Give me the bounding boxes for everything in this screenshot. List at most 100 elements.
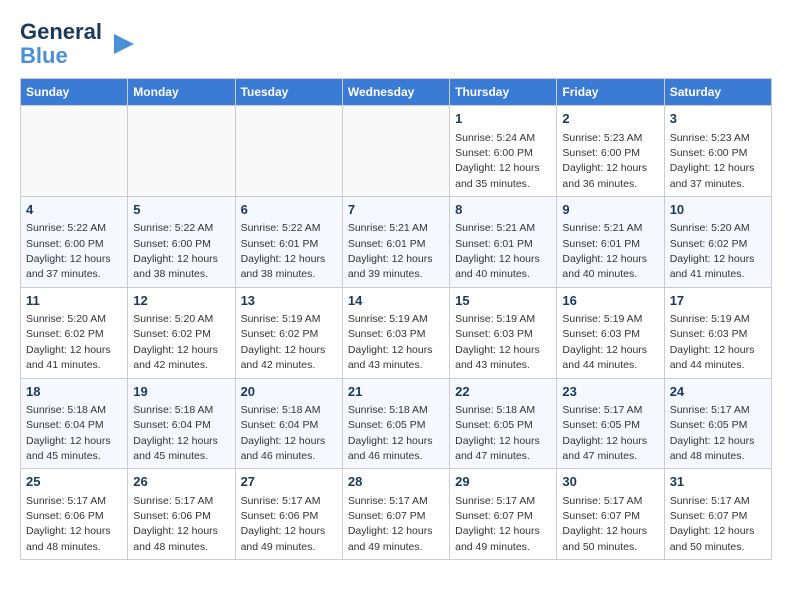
- calendar-cell: 4 Sunrise: 5:22 AM Sunset: 6:00 PM Daylig…: [21, 197, 128, 288]
- day-info: Sunrise: 5:17 AM Sunset: 6:07 PM Dayligh…: [348, 495, 433, 553]
- calendar-cell: 31Sunrise: 5:17 AM Sunset: 6:07 PM Dayli…: [664, 469, 771, 560]
- calendar-cell: 6 Sunrise: 5:22 AM Sunset: 6:01 PM Daylig…: [235, 197, 342, 288]
- calendar-cell: [342, 106, 449, 197]
- day-info: Sunrise: 5:18 AM Sunset: 6:04 PM Dayligh…: [241, 404, 326, 462]
- day-info: Sunrise: 5:17 AM Sunset: 6:05 PM Dayligh…: [562, 404, 647, 462]
- calendar-cell: 19 Sunrise: 5:18 AM Sunset: 6:04 PM Dayli…: [128, 378, 235, 469]
- day-number: 26: [133, 473, 229, 491]
- day-number: 6: [241, 201, 337, 219]
- day-info: Sunrise: 5:22 AM Sunset: 6:00 PM Dayligh…: [133, 222, 218, 280]
- day-info: Sunrise: 5:20 AM Sunset: 6:02 PM Dayligh…: [26, 313, 111, 371]
- day-number: 7: [348, 201, 444, 219]
- weekday-header-thursday: Thursday: [450, 79, 557, 106]
- logo-icon: [106, 29, 136, 59]
- weekday-header-tuesday: Tuesday: [235, 79, 342, 106]
- day-number: 3: [670, 110, 766, 128]
- day-number: 24: [670, 383, 766, 401]
- calendar-cell: 10 Sunrise: 5:20 AM Sunset: 6:02 PM Dayli…: [664, 197, 771, 288]
- day-info: Sunrise: 5:22 AM Sunset: 6:00 PM Dayligh…: [26, 222, 111, 280]
- day-number: 27: [241, 473, 337, 491]
- calendar-cell: [21, 106, 128, 197]
- day-info: Sunrise: 5:18 AM Sunset: 6:04 PM Dayligh…: [133, 404, 218, 462]
- day-number: 21: [348, 383, 444, 401]
- day-info: Sunrise: 5:17 AM Sunset: 6:07 PM Dayligh…: [455, 495, 540, 553]
- day-number: 30: [562, 473, 658, 491]
- day-info: Sunrise: 5:22 AM Sunset: 6:01 PM Dayligh…: [241, 222, 326, 280]
- calendar-cell: 15Sunrise: 5:19 AM Sunset: 6:03 PM Dayli…: [450, 287, 557, 378]
- day-number: 20: [241, 383, 337, 401]
- calendar-cell: 1 Sunrise: 5:24 AM Sunset: 6:00 PM Daylig…: [450, 106, 557, 197]
- day-number: 12: [133, 292, 229, 310]
- day-number: 23: [562, 383, 658, 401]
- day-info: Sunrise: 5:18 AM Sunset: 6:05 PM Dayligh…: [455, 404, 540, 462]
- day-number: 28: [348, 473, 444, 491]
- calendar-week-row: 18 Sunrise: 5:18 AM Sunset: 6:04 PM Dayli…: [21, 378, 772, 469]
- weekday-header-row: SundayMondayTuesdayWednesdayThursdayFrid…: [21, 79, 772, 106]
- day-info: Sunrise: 5:19 AM Sunset: 6:02 PM Dayligh…: [241, 313, 326, 371]
- calendar-table: SundayMondayTuesdayWednesdayThursdayFrid…: [20, 78, 772, 560]
- day-number: 18: [26, 383, 122, 401]
- logo: GeneralBlue: [20, 20, 136, 68]
- day-number: 2: [562, 110, 658, 128]
- day-info: Sunrise: 5:18 AM Sunset: 6:05 PM Dayligh…: [348, 404, 433, 462]
- weekday-header-monday: Monday: [128, 79, 235, 106]
- day-info: Sunrise: 5:21 AM Sunset: 6:01 PM Dayligh…: [455, 222, 540, 280]
- day-info: Sunrise: 5:20 AM Sunset: 6:02 PM Dayligh…: [670, 222, 755, 280]
- day-number: 5: [133, 201, 229, 219]
- day-number: 29: [455, 473, 551, 491]
- calendar-cell: 22 Sunrise: 5:18 AM Sunset: 6:05 PM Dayli…: [450, 378, 557, 469]
- day-info: Sunrise: 5:18 AM Sunset: 6:04 PM Dayligh…: [26, 404, 111, 462]
- calendar-week-row: 25 Sunrise: 5:17 AM Sunset: 6:06 PM Dayli…: [21, 469, 772, 560]
- calendar-cell: 17 Sunrise: 5:19 AM Sunset: 6:03 PM Dayli…: [664, 287, 771, 378]
- day-number: 17: [670, 292, 766, 310]
- day-number: 11: [26, 292, 122, 310]
- calendar-cell: 24 Sunrise: 5:17 AM Sunset: 6:05 PM Dayli…: [664, 378, 771, 469]
- day-info: Sunrise: 5:17 AM Sunset: 6:05 PM Dayligh…: [670, 404, 755, 462]
- day-number: 22: [455, 383, 551, 401]
- calendar-cell: [235, 106, 342, 197]
- day-number: 13: [241, 292, 337, 310]
- calendar-cell: 30Sunrise: 5:17 AM Sunset: 6:07 PM Dayli…: [557, 469, 664, 560]
- calendar-cell: 26 Sunrise: 5:17 AM Sunset: 6:06 PM Dayli…: [128, 469, 235, 560]
- day-info: Sunrise: 5:23 AM Sunset: 6:00 PM Dayligh…: [562, 132, 647, 190]
- calendar-cell: 3 Sunrise: 5:23 AM Sunset: 6:00 PM Daylig…: [664, 106, 771, 197]
- day-info: Sunrise: 5:21 AM Sunset: 6:01 PM Dayligh…: [562, 222, 647, 280]
- day-number: 19: [133, 383, 229, 401]
- calendar-header: SundayMondayTuesdayWednesdayThursdayFrid…: [21, 79, 772, 106]
- calendar-cell: 11 Sunrise: 5:20 AM Sunset: 6:02 PM Dayli…: [21, 287, 128, 378]
- day-number: 9: [562, 201, 658, 219]
- calendar-cell: 9 Sunrise: 5:21 AM Sunset: 6:01 PM Daylig…: [557, 197, 664, 288]
- calendar-cell: 27 Sunrise: 5:17 AM Sunset: 6:06 PM Dayli…: [235, 469, 342, 560]
- day-number: 15: [455, 292, 551, 310]
- day-info: Sunrise: 5:21 AM Sunset: 6:01 PM Dayligh…: [348, 222, 433, 280]
- calendar-cell: 5 Sunrise: 5:22 AM Sunset: 6:00 PM Daylig…: [128, 197, 235, 288]
- calendar-cell: 14Sunrise: 5:19 AM Sunset: 6:03 PM Dayli…: [342, 287, 449, 378]
- day-info: Sunrise: 5:19 AM Sunset: 6:03 PM Dayligh…: [670, 313, 755, 371]
- day-info: Sunrise: 5:17 AM Sunset: 6:07 PM Dayligh…: [670, 495, 755, 553]
- day-info: Sunrise: 5:24 AM Sunset: 6:00 PM Dayligh…: [455, 132, 540, 190]
- calendar-cell: 12 Sunrise: 5:20 AM Sunset: 6:02 PM Dayli…: [128, 287, 235, 378]
- day-number: 4: [26, 201, 122, 219]
- day-number: 14: [348, 292, 444, 310]
- day-number: 8: [455, 201, 551, 219]
- day-info: Sunrise: 5:19 AM Sunset: 6:03 PM Dayligh…: [562, 313, 647, 371]
- calendar-week-row: 11 Sunrise: 5:20 AM Sunset: 6:02 PM Dayli…: [21, 287, 772, 378]
- day-info: Sunrise: 5:17 AM Sunset: 6:06 PM Dayligh…: [133, 495, 218, 553]
- day-info: Sunrise: 5:20 AM Sunset: 6:02 PM Dayligh…: [133, 313, 218, 371]
- weekday-header-saturday: Saturday: [664, 79, 771, 106]
- day-number: 1: [455, 110, 551, 128]
- calendar-cell: 7 Sunrise: 5:21 AM Sunset: 6:01 PM Daylig…: [342, 197, 449, 288]
- calendar-cell: 23 Sunrise: 5:17 AM Sunset: 6:05 PM Dayli…: [557, 378, 664, 469]
- day-number: 10: [670, 201, 766, 219]
- calendar-cell: 20 Sunrise: 5:18 AM Sunset: 6:04 PM Dayli…: [235, 378, 342, 469]
- weekday-header-wednesday: Wednesday: [342, 79, 449, 106]
- calendar-week-row: 4 Sunrise: 5:22 AM Sunset: 6:00 PM Daylig…: [21, 197, 772, 288]
- calendar-cell: 2 Sunrise: 5:23 AM Sunset: 6:00 PM Daylig…: [557, 106, 664, 197]
- calendar-week-row: 1 Sunrise: 5:24 AM Sunset: 6:00 PM Daylig…: [21, 106, 772, 197]
- weekday-header-friday: Friday: [557, 79, 664, 106]
- calendar-cell: 8 Sunrise: 5:21 AM Sunset: 6:01 PM Daylig…: [450, 197, 557, 288]
- day-info: Sunrise: 5:23 AM Sunset: 6:00 PM Dayligh…: [670, 132, 755, 190]
- calendar-cell: [128, 106, 235, 197]
- day-info: Sunrise: 5:17 AM Sunset: 6:06 PM Dayligh…: [241, 495, 326, 553]
- day-number: 25: [26, 473, 122, 491]
